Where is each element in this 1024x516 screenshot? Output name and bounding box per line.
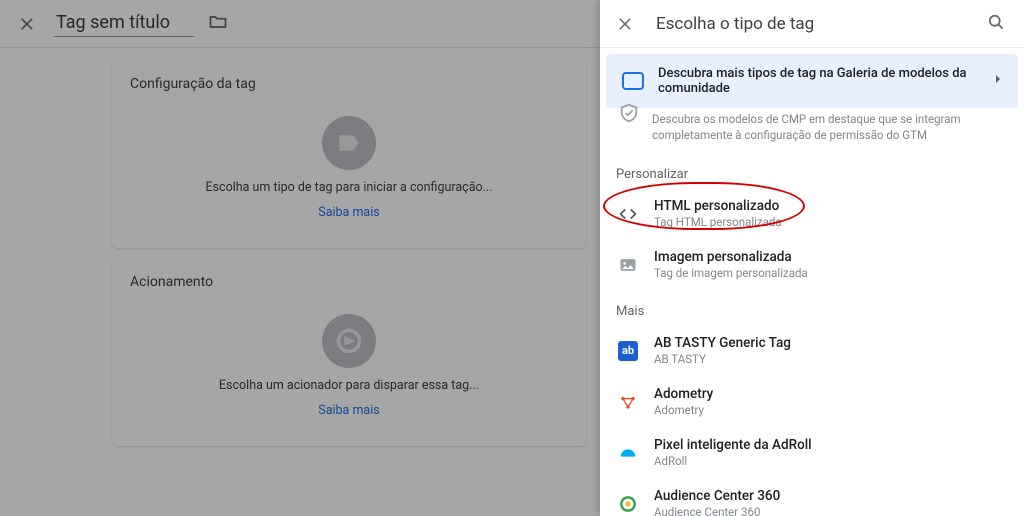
tag-item-title: Adometry: [654, 386, 713, 402]
tag-item-title: HTML personalizado: [654, 198, 782, 214]
tag-item-title: Imagem personalizada: [654, 249, 808, 265]
tag-imagem-personalizada[interactable]: Imagem personalizada Tag de imagem perso…: [600, 239, 1024, 290]
tag-item-title: AB TASTY Generic Tag: [654, 335, 791, 351]
tag-name-input[interactable]: [54, 10, 194, 37]
vendor-icon: [616, 441, 640, 465]
trigger-placeholder-icon: [322, 314, 376, 368]
tag-item-sub: AB TASTY: [654, 352, 791, 366]
chevron-right-icon: [990, 71, 1006, 91]
tag-item-sub: Audience Center 360: [654, 505, 780, 516]
card-hint: Escolha um tipo de tag para iniciar a co…: [205, 180, 492, 195]
close-icon[interactable]: [16, 12, 40, 36]
vendor-icon: [616, 492, 640, 516]
shield-check-icon: [618, 102, 640, 128]
learn-more-link[interactable]: Saiba mais: [318, 403, 379, 418]
card-hint: Escolha um acionador para disparar essa …: [219, 378, 479, 393]
code-icon: [616, 202, 640, 226]
vendor-icon: ab: [616, 339, 640, 363]
tag-item-title: Pixel inteligente da AdRoll: [654, 437, 812, 453]
tag-html-personalizado[interactable]: HTML personalizado Tag HTML personalizad…: [600, 188, 1024, 239]
learn-more-link[interactable]: Saiba mais: [318, 205, 379, 220]
tag-item-title: Audience Center 360: [654, 488, 780, 504]
card-heading: Configuração da tag: [112, 60, 586, 92]
tag-adroll[interactable]: Pixel inteligente da AdRoll AdRoll: [600, 427, 1024, 478]
drawer-header: Escolha o tipo de tag: [600, 0, 1024, 48]
tag-ab-tasty[interactable]: ab AB TASTY Generic Tag AB TASTY: [600, 325, 1024, 376]
tag-item-sub: Tag HTML personalizada: [654, 215, 782, 229]
trigger-card[interactable]: Acionamento Escolha um acionador para di…: [112, 258, 586, 446]
section-mais: Mais: [600, 290, 1024, 325]
vendor-icon: [616, 390, 640, 414]
community-gallery-banner[interactable]: Descubra mais tipos de tag na Galeria de…: [606, 54, 1018, 108]
cmp-desc: Descubra os modelos de CMP em destaque q…: [652, 112, 1008, 143]
image-icon: [616, 253, 640, 277]
tag-config-card[interactable]: Configuração da tag Escolha um tipo de t…: [112, 60, 586, 248]
tag-audience-center[interactable]: Audience Center 360 Audience Center 360: [600, 478, 1024, 516]
cmp-templates-row[interactable]: Descubra os modelos de CMP em destaque q…: [600, 112, 1024, 153]
tag-item-sub: AdRoll: [654, 454, 812, 468]
tag-item-sub: Tag de imagem personalizada: [654, 266, 808, 280]
section-personalizar: Personalizar: [600, 153, 1024, 188]
gallery-icon: [622, 72, 644, 90]
tag-adometry[interactable]: Adometry Adometry: [600, 376, 1024, 427]
gallery-banner-text: Descubra mais tipos de tag na Galeria de…: [658, 66, 976, 96]
card-heading: Acionamento: [112, 258, 586, 290]
drawer-title: Escolha o tipo de tag: [656, 14, 968, 34]
tag-type-placeholder-icon: [322, 116, 376, 170]
tag-item-sub: Adometry: [654, 403, 713, 417]
folder-icon[interactable]: [208, 12, 228, 36]
search-icon[interactable]: [986, 12, 1006, 36]
drawer-close-icon[interactable]: [614, 12, 638, 36]
tag-type-drawer: Escolha o tipo de tag Descubra mais tipo…: [600, 0, 1024, 516]
